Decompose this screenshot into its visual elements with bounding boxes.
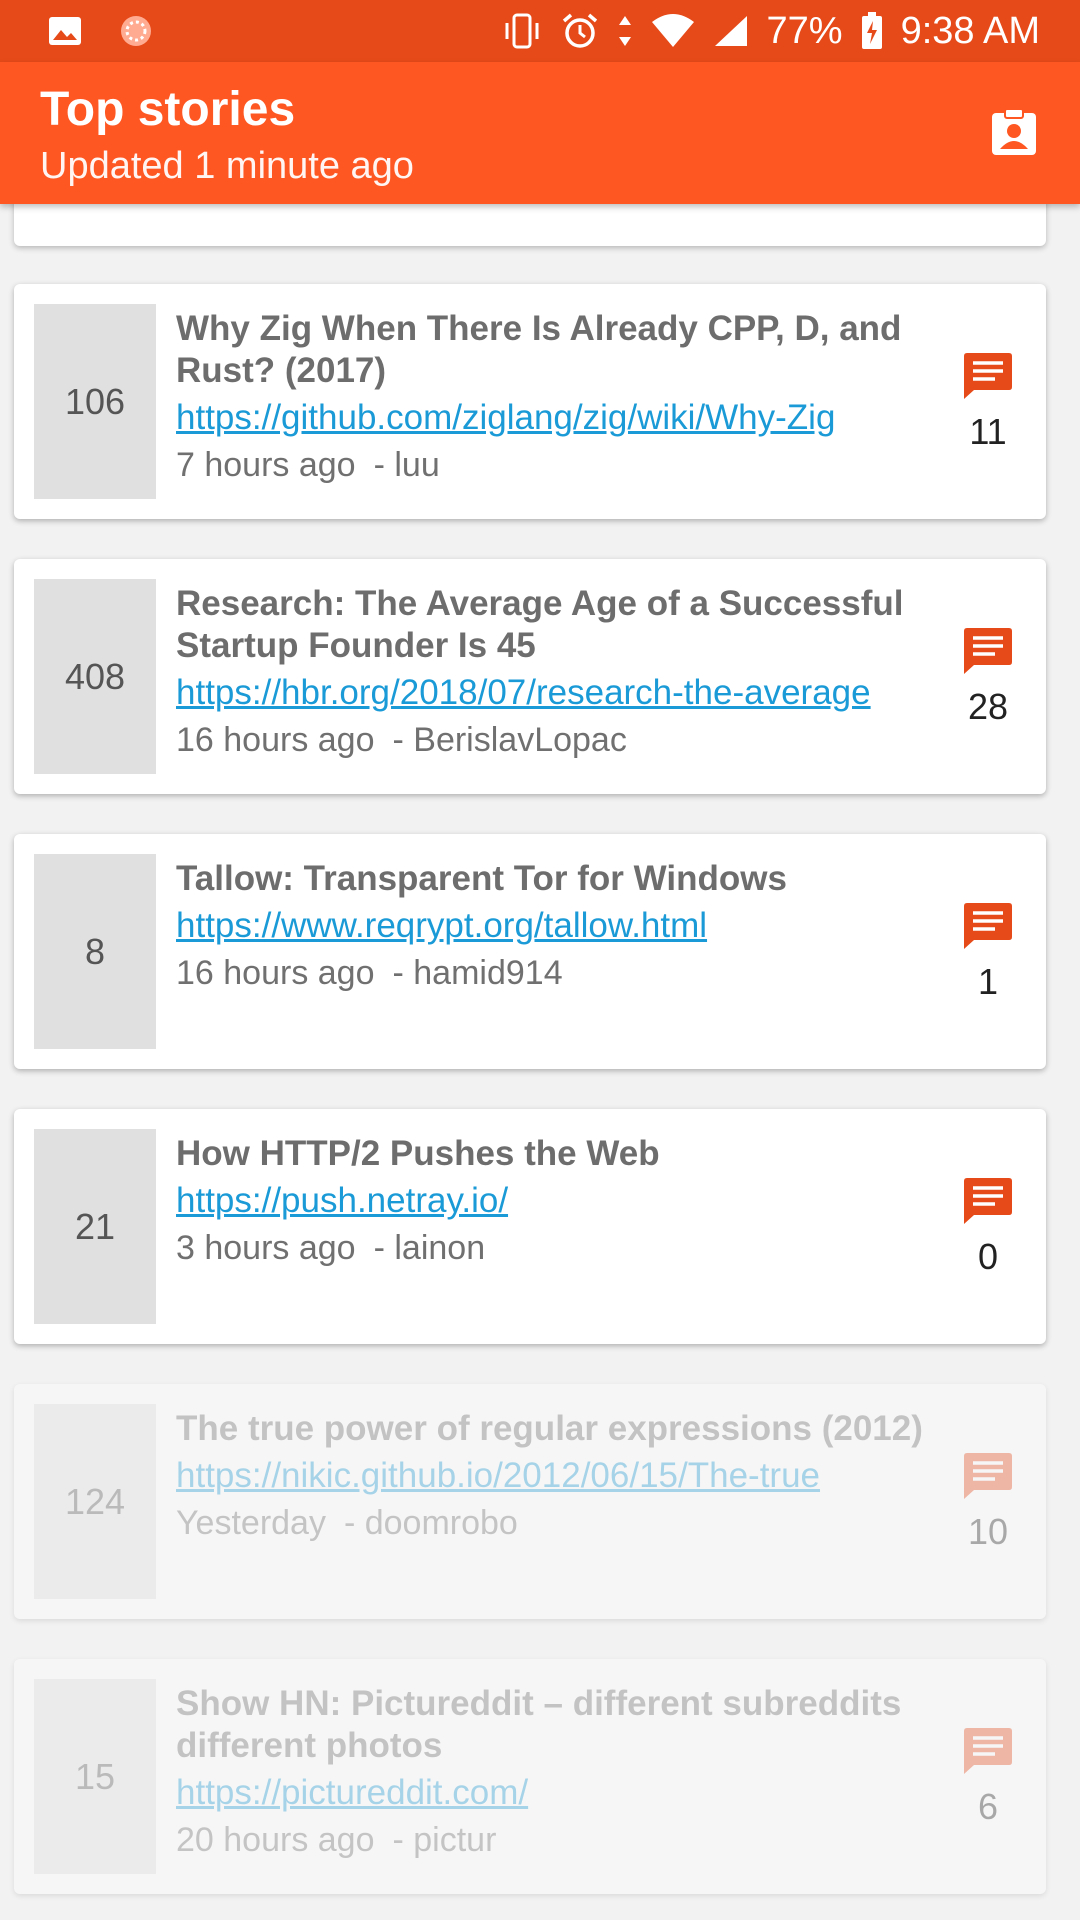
comments-button[interactable]: 1 — [952, 834, 1024, 1069]
story-time: 20 hours ago — [176, 1821, 375, 1859]
story-time: 16 hours ago — [176, 954, 375, 992]
status-bar: 77% 9:38 AM — [0, 0, 1080, 62]
comment-count: 6 — [977, 1785, 999, 1827]
battery-charging-icon — [861, 12, 883, 50]
wifi-icon — [651, 14, 695, 48]
page-title: Top stories — [40, 83, 296, 136]
app-bar: Top stories Updated 1 minute ago — [0, 62, 1080, 204]
comments-button[interactable]: 28 — [952, 559, 1024, 794]
story-score: 124 — [34, 1404, 156, 1599]
story-author: - hamid914 — [392, 954, 563, 992]
comment-icon — [964, 1727, 1012, 1774]
comment-icon — [964, 627, 1012, 674]
story-url-link[interactable]: https://www.reqrypt.org/tallow.html — [176, 904, 936, 948]
story-title[interactable]: Tallow: Transparent Tor for Windows — [176, 858, 936, 900]
story-score: 21 — [34, 1129, 156, 1324]
story-title[interactable]: Show HN: Pictureddit – different subredd… — [176, 1683, 936, 1767]
story-score: 8 — [34, 854, 156, 1049]
story-url-link[interactable]: https://nikic.github.io/2012/06/15/The-t… — [176, 1454, 936, 1498]
image-icon — [48, 16, 82, 46]
story-url-link[interactable]: https://push.netray.io/ — [176, 1179, 936, 1223]
comment-count: 0 — [977, 1235, 999, 1277]
battery-percent: 77% — [766, 9, 843, 52]
comments-button[interactable]: 10 — [952, 1384, 1024, 1619]
story-score: 106 — [34, 304, 156, 499]
story-time: 3 hours ago — [176, 1229, 356, 1267]
story-time: 16 hours ago — [176, 721, 375, 759]
story-title[interactable]: Research: The Average Age of a Successfu… — [176, 583, 936, 667]
story-author: - doomrobo — [343, 1504, 518, 1542]
story-score: 15 — [34, 1679, 156, 1874]
last-updated-subtitle: Updated 1 minute ago — [40, 145, 414, 187]
story-title[interactable]: How HTTP/2 Pushes the Web — [176, 1133, 936, 1175]
story-time: 7 hours ago — [176, 446, 356, 484]
story-title[interactable]: The true power of regular expressions (2… — [176, 1408, 936, 1450]
story-url-link[interactable]: https://pictureddit.com/ — [176, 1771, 936, 1815]
story-url-link[interactable]: https://hbr.org/2018/07/research-the-ave… — [176, 671, 936, 715]
story-card[interactable]: 21 How HTTP/2 Pushes the Web https://pus… — [14, 1109, 1046, 1344]
story-time: Yesterday — [176, 1504, 326, 1542]
story-url-link[interactable]: https://github.com/ziglang/zig/wiki/Why-… — [176, 396, 936, 440]
comment-icon — [964, 902, 1012, 949]
account-box-icon[interactable] — [986, 104, 1042, 160]
comment-count: 11 — [969, 410, 1007, 452]
story-list[interactable]: 106 Why Zig When There Is Already CPP, D… — [0, 204, 1080, 1920]
story-card[interactable]: 15 Show HN: Pictureddit – different subr… — [14, 1659, 1046, 1894]
alarm-icon — [561, 12, 599, 50]
story-card[interactable]: 8 Tallow: Transparent Tor for Windows ht… — [14, 834, 1046, 1069]
story-author: - pictur — [392, 1821, 497, 1859]
comment-count: 10 — [967, 1510, 1009, 1552]
story-author: - BerislavLopac — [392, 721, 627, 759]
comment-icon — [964, 1452, 1012, 1499]
story-score: 408 — [34, 579, 156, 774]
comments-button[interactable]: 11 — [952, 284, 1024, 519]
vibrate-icon — [501, 13, 543, 49]
comment-count: 1 — [977, 960, 999, 1002]
comments-button[interactable]: 6 — [952, 1659, 1024, 1894]
comment-icon — [964, 352, 1012, 399]
story-card[interactable]: 124 The true power of regular expression… — [14, 1384, 1046, 1619]
story-author: - luu — [373, 446, 440, 484]
data-arrows-icon — [617, 14, 633, 48]
story-author: - lainon — [373, 1229, 486, 1267]
story-title[interactable]: Why Zig When There Is Already CPP, D, an… — [176, 308, 936, 392]
story-card[interactable]: 408 Research: The Average Age of a Succe… — [14, 559, 1046, 794]
story-card-partial[interactable] — [14, 204, 1046, 246]
comments-button[interactable]: 0 — [952, 1109, 1024, 1344]
signal-icon — [713, 14, 749, 48]
clock: 9:38 AM — [900, 9, 1040, 52]
comment-count: 28 — [967, 685, 1009, 727]
story-card[interactable]: 106 Why Zig When There Is Already CPP, D… — [14, 284, 1046, 519]
comment-icon — [964, 1177, 1012, 1224]
notification-dot-icon — [118, 13, 154, 49]
